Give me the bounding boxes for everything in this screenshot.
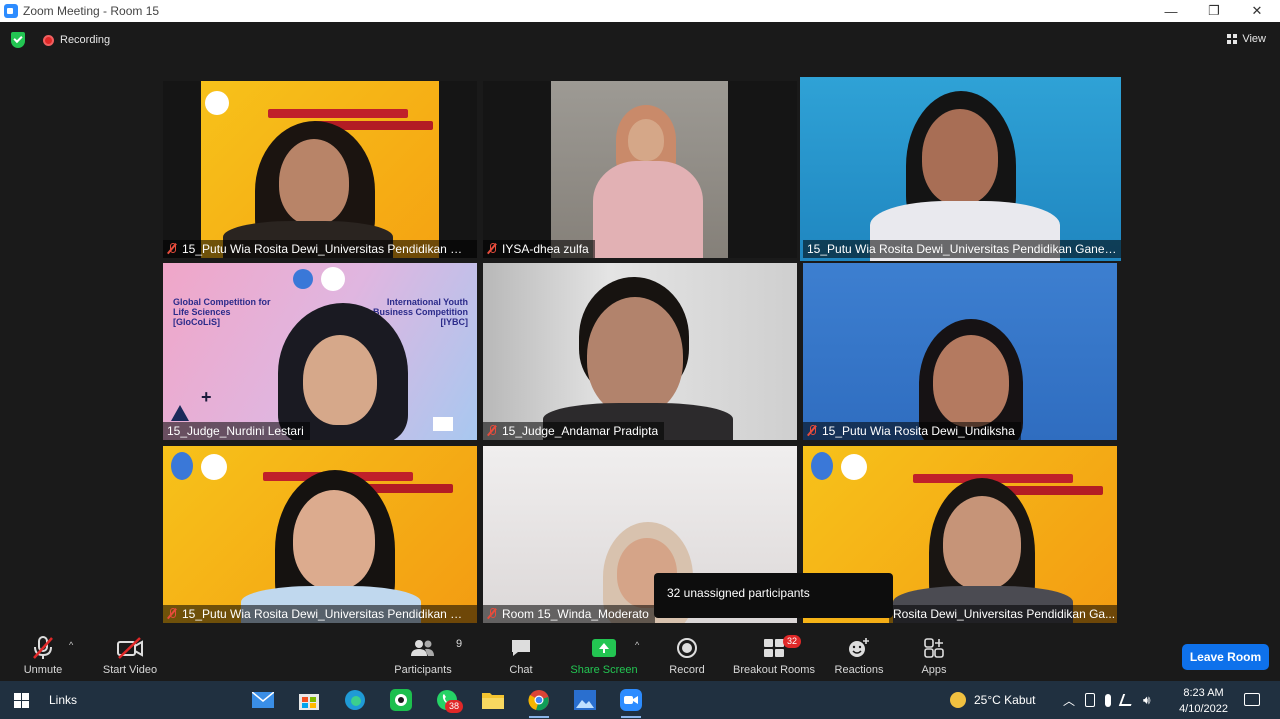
sponsor-logo [433, 417, 453, 431]
taskbar-clock[interactable]: 8:23 AM 4/10/2022 [1179, 685, 1228, 717]
iysa-logo-icon [321, 267, 345, 291]
tray-overflow-chevron-icon[interactable]: ︿ [1063, 692, 1075, 709]
apps-icon [923, 634, 945, 662]
plus-decoration-icon: + [201, 387, 212, 407]
iysa-logo-icon [201, 454, 227, 480]
breakout-rooms-button[interactable]: 32 Breakout Rooms [731, 626, 817, 681]
participant-name-label: Rosita Dewi_Universitas Pendidikan Ga... [889, 605, 1117, 623]
system-tray: ︿ 🔊︎ [1063, 681, 1151, 719]
participant-name-label: 15_Putu Wia Rosita Dewi_Universitas Pend… [803, 240, 1121, 258]
volume-icon[interactable]: 🔊︎ [1143, 693, 1151, 708]
recording-dot-icon [43, 35, 54, 46]
video-tile[interactable]: 15_Putu Wia Rosita Dewi_Universitas Pend… [163, 446, 477, 623]
leave-room-button[interactable]: Leave Room [1182, 644, 1269, 670]
participant-name-label: 15_Judge_Andamar Pradipta [483, 422, 665, 440]
network-icon[interactable] [1118, 694, 1136, 706]
share-options-caret[interactable]: ^ [635, 640, 639, 650]
view-button[interactable]: View [1227, 33, 1266, 45]
whatsapp-badge: 38 [445, 700, 464, 713]
restore-button[interactable]: ❐ [1192, 0, 1236, 22]
zoom-taskbar-icon[interactable] [619, 688, 643, 718]
meeting-toolbar: Unmute ^ Start Video 9 Participants Chat… [0, 626, 1280, 681]
grid-view-icon [1227, 34, 1238, 44]
microphone-icon[interactable] [1105, 693, 1112, 707]
glocolis-logo-icon [811, 452, 833, 480]
weather-text: 25°C Kabut [974, 693, 1036, 707]
video-tile[interactable]: 15_Putu Wia Rosita Dewi_Universitas Pend… [163, 81, 477, 258]
triangle-decoration-icon [171, 405, 189, 421]
video-tile[interactable]: 15_Judge_Andamar Pradipta [483, 263, 797, 440]
glocolis-logo-icon [171, 452, 193, 480]
participant-name-label: IYSA-dhea zulfa [483, 240, 595, 258]
zoom-app-icon [4, 4, 18, 18]
chrome-browser-icon[interactable] [527, 688, 551, 718]
share-screen-icon [592, 634, 616, 662]
participants-button[interactable]: 9 Participants [392, 626, 462, 681]
notification-center-icon[interactable] [1244, 693, 1260, 706]
participant-name-label: 15_Putu Wia Rosita Dewi_Undiksha [803, 422, 1021, 440]
security-shield-icon[interactable] [11, 32, 25, 48]
unmute-button[interactable]: Unmute [18, 626, 68, 681]
reactions-button[interactable]: Reactions [833, 626, 885, 681]
iysa-logo-icon [841, 454, 867, 480]
device-icon[interactable] [1085, 693, 1096, 707]
breakout-badge: 32 [783, 635, 802, 648]
record-button[interactable]: Record [667, 626, 707, 681]
window-title: Zoom Meeting - Room 15 [23, 4, 160, 18]
windows-start-icon[interactable] [14, 693, 29, 708]
glocolis-banner-text: Global Competition for Life Sciences [Gl… [173, 297, 271, 327]
video-tile[interactable]: IYSA-dhea zulfa [483, 81, 797, 258]
weather-widget[interactable]: 25°C Kabut [950, 681, 1036, 719]
whatsapp-icon[interactable]: 38 [435, 688, 464, 713]
chat-icon [510, 634, 532, 662]
close-button[interactable]: ✕ [1235, 0, 1279, 22]
share-screen-button[interactable]: Share Screen [568, 626, 640, 681]
participant-name-label: 15_Judge_Nurdini Lestari [163, 422, 310, 440]
links-toolbar[interactable]: Links [49, 693, 77, 707]
mic-muted-icon [487, 425, 497, 437]
participant-name-label: 15_Putu Wia Rosita Dewi_Universitas Pend… [163, 605, 477, 623]
recording-label: Recording [60, 34, 111, 46]
mic-muted-icon [487, 243, 497, 255]
window-titlebar: Zoom Meeting - Room 15 — ❐ ✕ [0, 0, 1280, 22]
participants-count: 9 [456, 638, 463, 650]
audio-options-caret[interactable]: ^ [69, 640, 73, 650]
clock-date: 4/10/2022 [1179, 703, 1228, 715]
mic-muted-icon [167, 243, 177, 255]
meeting-topbar: Recording View [0, 22, 1280, 58]
participants-icon: 9 [410, 634, 462, 662]
media-app-icon[interactable] [389, 688, 413, 712]
mic-muted-icon [807, 425, 817, 437]
reactions-smiley-icon [847, 634, 871, 662]
record-icon [676, 634, 698, 662]
video-tile[interactable]: 15_Putu Wia Rosita Dewi_Undiksha [803, 263, 1117, 440]
participant-name-label: 15_Putu Wia Rosita Dewi_Universitas Pend… [163, 240, 477, 258]
start-video-button[interactable]: Start Video [100, 626, 160, 681]
store-app-icon[interactable] [297, 688, 321, 712]
file-explorer-icon[interactable] [481, 688, 505, 712]
edge-browser-icon[interactable] [343, 688, 367, 712]
unassigned-participants-tooltip: 32 unassigned participants [654, 573, 893, 618]
mic-muted-icon [167, 608, 177, 620]
glocolis-logo-icon [205, 91, 229, 115]
weather-sun-icon [950, 692, 966, 708]
view-label: View [1242, 33, 1266, 45]
breakout-rooms-icon: 32 [763, 634, 802, 662]
video-off-icon [116, 634, 144, 662]
windows-taskbar: Links 38 25°C Kabut ︿ 🔊︎ 8:23 AM 4/10/20… [0, 681, 1280, 719]
mail-app-icon[interactable] [251, 688, 275, 712]
chat-button[interactable]: Chat [501, 626, 541, 681]
mic-muted-icon [32, 634, 54, 662]
minimize-button[interactable]: — [1149, 0, 1193, 22]
photos-app-icon[interactable] [573, 688, 597, 712]
participant-name-label: Room 15_Winda_Moderato [483, 605, 655, 623]
video-tile[interactable]: Global Competition for Life Sciences [Gl… [163, 263, 477, 440]
clock-time: 8:23 AM [1183, 687, 1224, 699]
mic-muted-icon [487, 608, 497, 620]
apps-button[interactable]: Apps [914, 626, 954, 681]
glocolis-logo-icon [293, 269, 313, 289]
video-tile-active-speaker[interactable]: 15_Putu Wia Rosita Dewi_Universitas Pend… [800, 77, 1121, 261]
